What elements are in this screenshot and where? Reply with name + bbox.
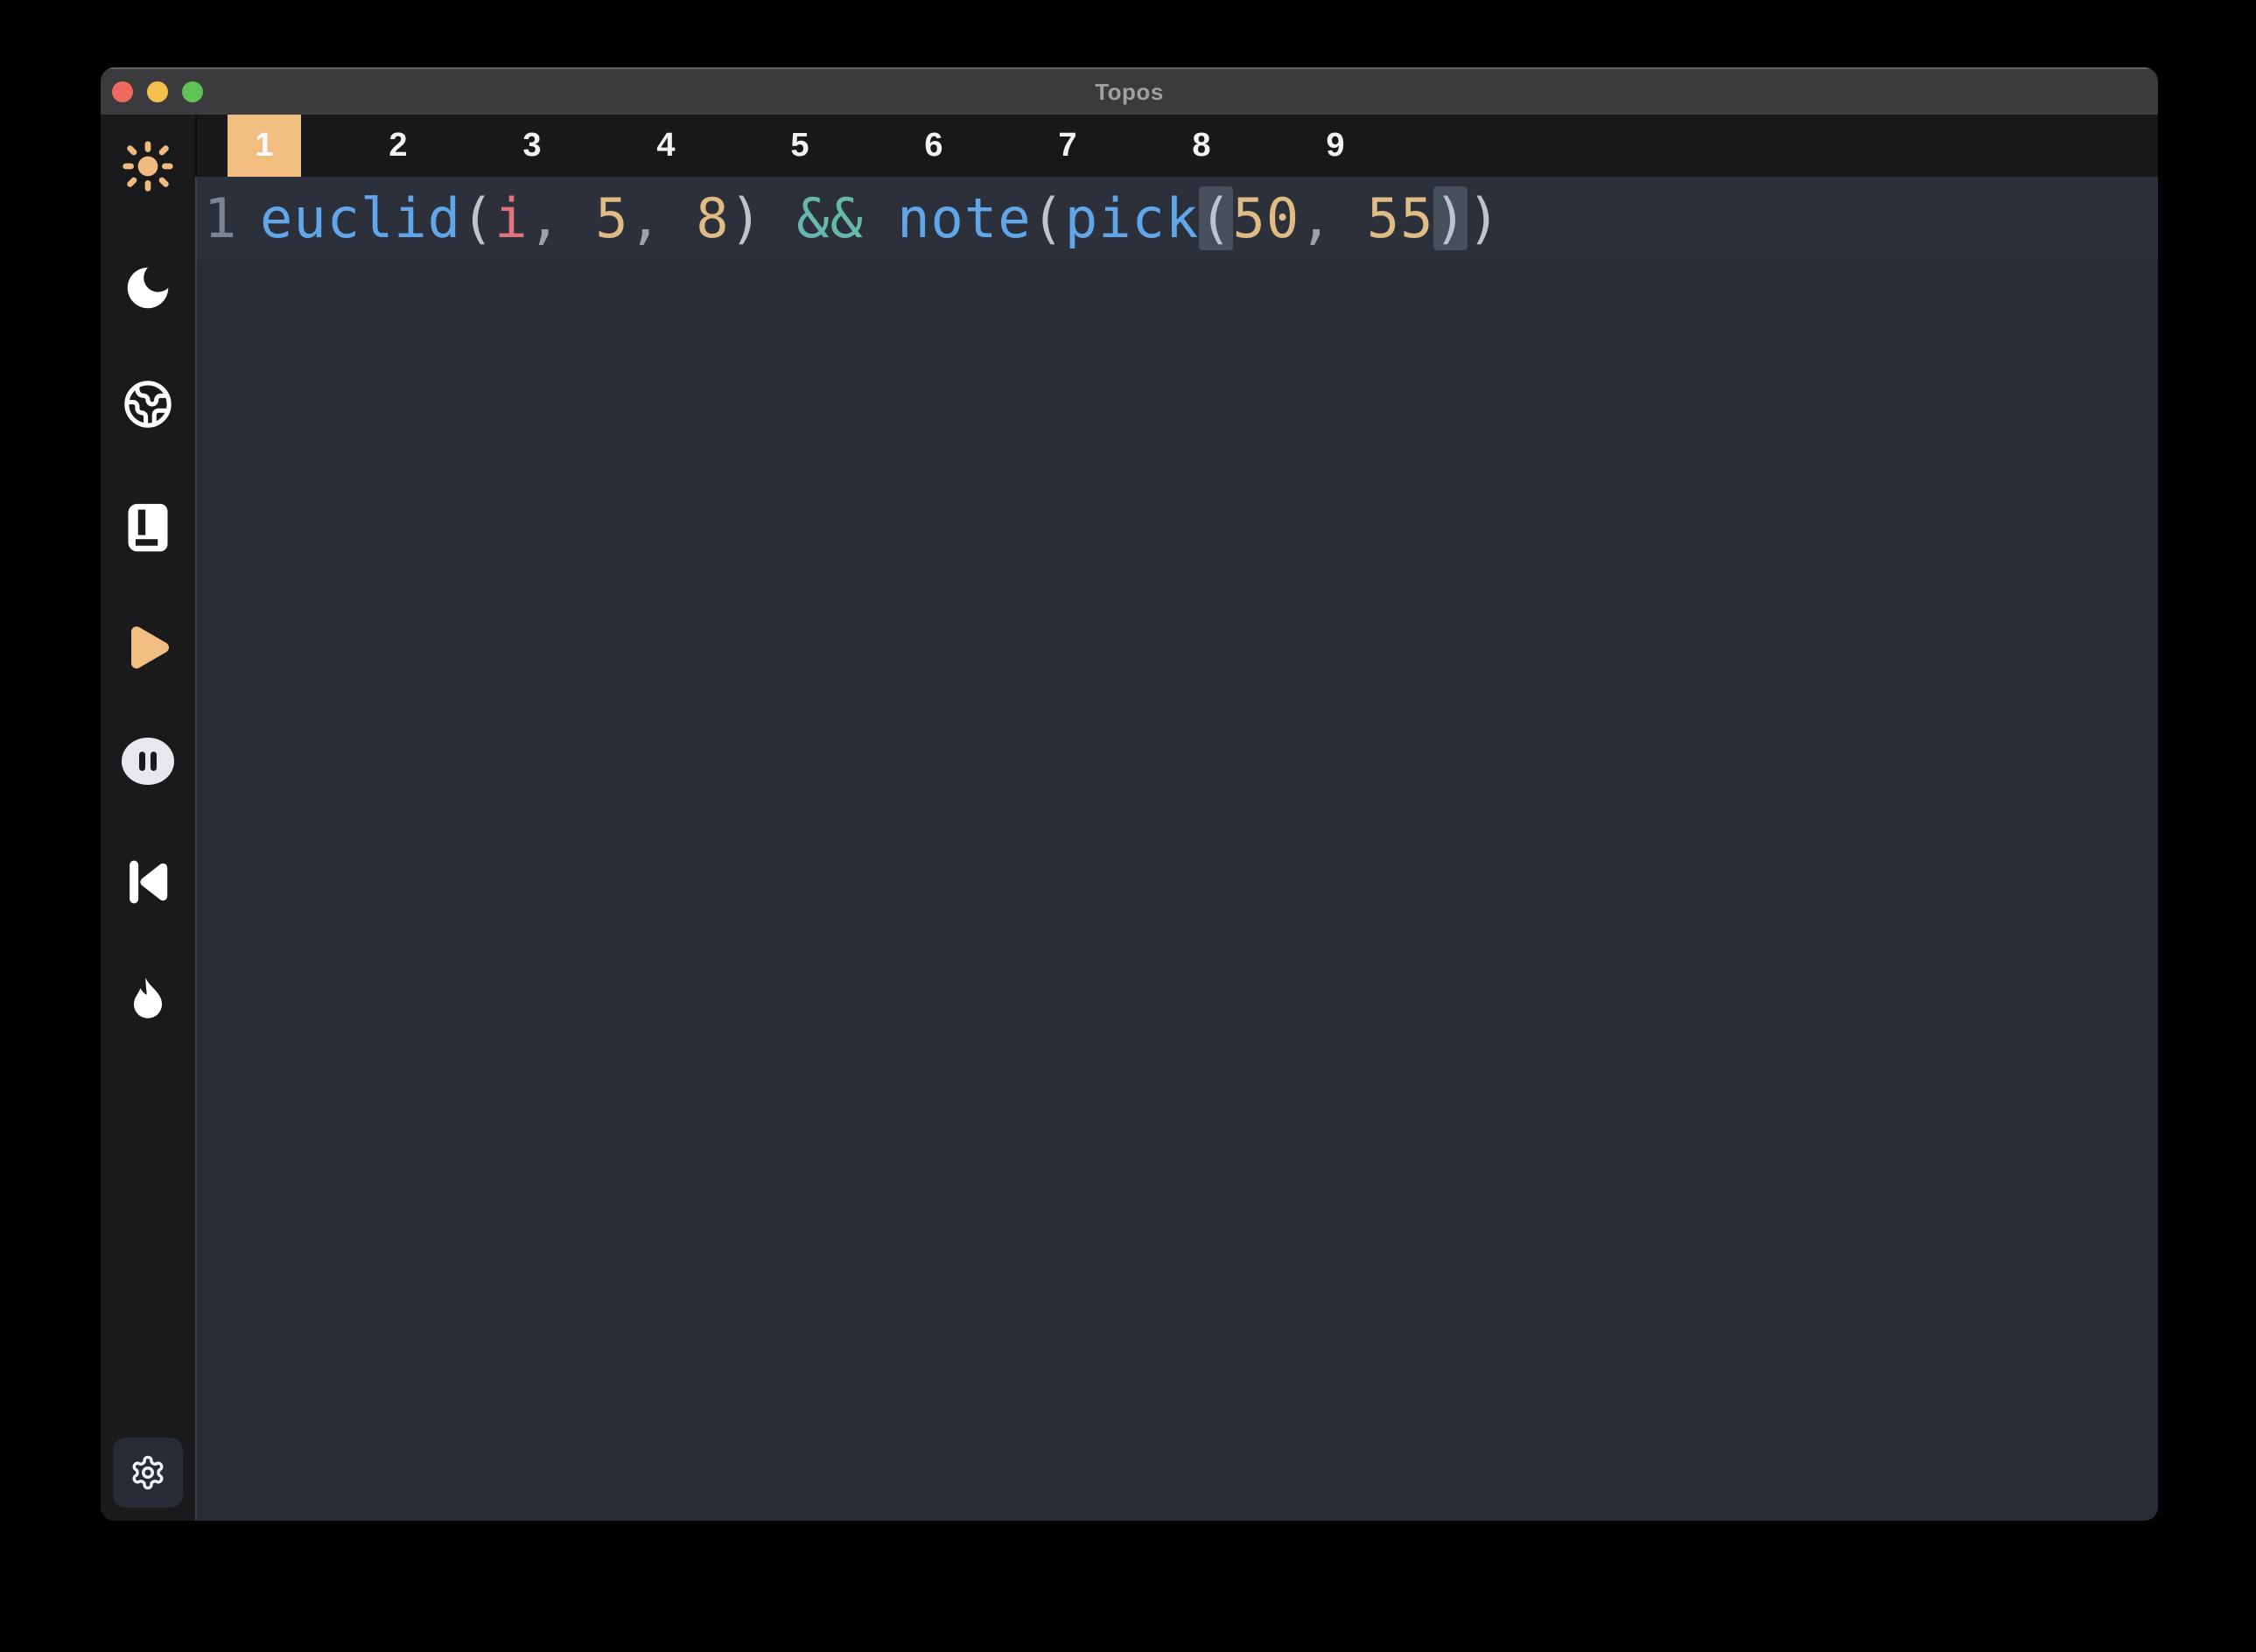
book-icon [122,501,174,556]
tab-9[interactable]: 9 [1299,115,1372,177]
window-title: Topos [1095,79,1164,106]
close-button[interactable] [112,81,133,102]
docs-button[interactable] [101,500,195,556]
code-token: i [494,186,528,250]
matched-bracket: ( [1199,186,1232,250]
editor[interactable]: 1 euclid(i, 5, 8) && note(pick(50, 55)) [195,177,2158,1521]
tab-3[interactable]: 3 [495,115,569,177]
code-token: note [897,186,1031,250]
flame-icon [124,971,172,1026]
tab-1[interactable]: 1 [228,115,301,177]
rewind-button[interactable] [101,854,195,910]
code-token: pick [1065,186,1199,250]
globe-button[interactable] [101,376,195,432]
theme-light-button[interactable] [101,138,195,194]
code-token: 8 [696,186,729,250]
globe-icon [123,379,173,430]
traffic-lights [112,69,203,115]
tab-2[interactable]: 2 [361,115,435,177]
sidebar [101,115,195,1521]
gear-icon [130,1454,166,1491]
code-token: 50 [1233,186,1300,250]
code-token: && [796,186,864,250]
code-token: ) [1468,186,1501,250]
tab-7[interactable]: 7 [1031,115,1104,177]
skip-back-icon [123,855,173,909]
flame-button[interactable] [101,970,195,1026]
code-token: ( [461,186,494,250]
code-token: , [529,186,596,250]
titlebar: Topos [101,67,2158,115]
code-token: ) [730,186,763,250]
desktop: { "titlebar": { "title": "Topos", "traff… [0,0,2256,1652]
tab-5[interactable]: 5 [763,115,837,177]
zoom-button[interactable] [182,81,203,102]
tab-strip: 123456789 [195,115,2158,177]
code-token: 55 [1367,186,1434,250]
content-column: 123456789 1 euclid(i, 5, 8) && note(pick… [195,115,2158,1521]
play-button[interactable] [101,620,195,676]
pause-button[interactable] [101,733,195,789]
tab-4[interactable]: 4 [629,115,703,177]
app-window: Topos [101,67,2158,1521]
settings-button[interactable] [113,1438,183,1508]
code-token: ( [1032,186,1065,250]
code-token: euclid [260,186,461,250]
tab-6[interactable]: 6 [897,115,970,177]
code-line-content[interactable]: euclid(i, 5, 8) && note(pick(50, 55)) [260,177,2158,260]
pause-icon [121,737,175,786]
minimize-button[interactable] [147,81,168,102]
code-token: , [1300,186,1367,250]
matched-bracket: ) [1433,186,1467,250]
moon-icon [121,261,175,315]
sun-icon [121,139,175,193]
play-icon [120,620,176,676]
main-area: 123456789 1 euclid(i, 5, 8) && note(pick… [101,115,2158,1521]
code-token: , [629,186,697,250]
code-token [763,186,796,250]
code-token: 5 [595,186,628,250]
line-number: 1 [197,177,260,260]
active-line[interactable]: 1 euclid(i, 5, 8) && note(pick(50, 55)) [197,177,2158,260]
code-token [864,186,897,250]
theme-dark-button[interactable] [101,260,195,316]
tab-8[interactable]: 8 [1165,115,1238,177]
